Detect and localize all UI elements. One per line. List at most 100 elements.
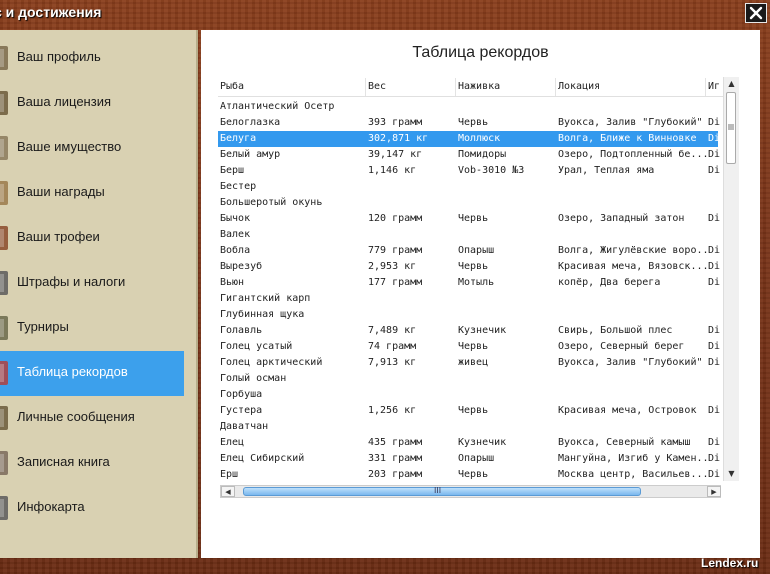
scroll-right-arrow-icon[interactable]: ▶ bbox=[707, 486, 721, 497]
table-cell: Помидоры bbox=[458, 149, 507, 160]
table-row[interactable]: Даватчан bbox=[218, 419, 718, 435]
table-cell: Di bbox=[708, 261, 721, 272]
table-row[interactable]: Берш 1,146 кг Vob-3010 №3 Урал, Теплая яма D… bbox=[218, 163, 720, 179]
table-row[interactable]: Густера 1,256 кг Червь Красивая меча, Остро… bbox=[218, 403, 720, 419]
table-cell: Гигантский карп bbox=[220, 293, 311, 304]
table-cell: Москва центр, Васильев... bbox=[558, 469, 708, 480]
column-header[interactable]: Вес bbox=[366, 78, 456, 96]
sidebar-item-awards[interactable]: Ваши награды bbox=[0, 171, 184, 216]
table-cell: Червь bbox=[458, 341, 489, 352]
sidebar-item-profile[interactable]: Ваш профиль bbox=[0, 36, 184, 81]
table-row[interactable]: Белуга 302,871 кг Моллюск Волга, Ближе к Ви… bbox=[218, 131, 720, 147]
notebook-icon bbox=[0, 449, 12, 477]
column-header[interactable]: Наживка bbox=[456, 78, 556, 96]
scroll-down-arrow-icon[interactable]: ▼ bbox=[727, 469, 736, 478]
table-row[interactable]: Вьюн 177 грамм Мотыль копёр, Два берега Di bbox=[218, 275, 720, 291]
table-row[interactable]: Бычок 120 грамм Червь Озеро, Западный затон… bbox=[218, 211, 720, 227]
table-cell: 203 грамм bbox=[368, 469, 423, 480]
sidebar-item-property[interactable]: Ваше имущество bbox=[0, 126, 184, 171]
vertical-scroll-thumb[interactable] bbox=[726, 92, 736, 164]
vertical-scrollbar[interactable]: ▲ ▼ bbox=[723, 77, 739, 481]
property-icon bbox=[0, 134, 12, 162]
scroll-up-arrow-icon[interactable]: ▲ bbox=[727, 79, 736, 88]
table-cell: 393 грамм bbox=[368, 117, 423, 128]
table-cell: Ерш bbox=[220, 469, 239, 480]
table-cell: Озеро, Западный затон bbox=[558, 213, 685, 224]
table-cell bbox=[456, 195, 558, 211]
sidebar-item-label: Турниры bbox=[17, 319, 69, 334]
table-row[interactable]: Атлантический Осетр bbox=[218, 99, 718, 115]
table-cell: Di bbox=[708, 341, 721, 352]
window-title: с и достижения bbox=[0, 4, 102, 20]
records-table: Рыба Вес Наживка Локация Иг Атлантический Ос… bbox=[218, 78, 738, 498]
table-row[interactable]: Голый осман bbox=[218, 371, 718, 387]
sidebar-item-label: Инфокарта bbox=[17, 499, 85, 514]
records-icon bbox=[0, 359, 12, 387]
table-row[interactable]: Гигантский карп bbox=[218, 291, 718, 307]
sidebar-item-notebook[interactable]: Записная книга bbox=[0, 441, 184, 486]
table-cell: Белуга bbox=[220, 133, 257, 144]
table-cell: Белоглазка bbox=[220, 117, 281, 128]
table-row[interactable]: Голец усатый 74 грамм Червь Озеро, Северный… bbox=[218, 339, 720, 355]
table-row[interactable]: Елец 435 грамм Кузнечик Вуокса, Северный ка… bbox=[218, 435, 720, 451]
table-cell bbox=[456, 419, 558, 435]
column-header[interactable]: Локация bbox=[556, 78, 706, 96]
sidebar-item-trophy[interactable]: Ваши трофеи bbox=[0, 216, 184, 261]
table-row[interactable]: Глубинная щука bbox=[218, 307, 718, 323]
scroll-left-arrow-icon[interactable]: ◀ bbox=[221, 486, 235, 497]
sidebar-item-fines[interactable]: Штрафы и налоги bbox=[0, 261, 184, 306]
table-row[interactable]: Голец арктический 7,913 кг живец Вуокса, За… bbox=[218, 355, 720, 371]
table-cell: Di bbox=[708, 149, 721, 160]
table-cell bbox=[556, 307, 708, 323]
table-cell: Свирь, Большой плес bbox=[558, 325, 673, 336]
table-row[interactable]: Елец Сибирский 331 грамм Опарыш Мангуйна, И… bbox=[218, 451, 720, 467]
horizontal-scroll-thumb[interactable]: III bbox=[243, 486, 641, 496]
table-cell: Урал, Теплая яма bbox=[558, 165, 655, 176]
close-button[interactable] bbox=[745, 3, 767, 23]
table-cell: Белый амур bbox=[220, 149, 281, 160]
sidebar-item-infomap[interactable]: Инфокарта bbox=[0, 486, 184, 531]
sidebar-item-records[interactable]: Таблица рекордов bbox=[0, 351, 184, 396]
table-cell: 302,871 кг bbox=[368, 133, 429, 144]
window-frame: с и достижения Ваш профиль Ваша лицензия В… bbox=[0, 0, 770, 574]
sidebar-item-messages[interactable]: Личные сообщения bbox=[0, 396, 184, 441]
table-cell bbox=[706, 99, 722, 115]
table-row[interactable]: Бестер bbox=[218, 179, 718, 195]
table-row[interactable]: Вырезуб 2,953 кг Червь Красивая меча, Вязов… bbox=[218, 259, 720, 275]
sidebar-item-tournament[interactable]: Турниры bbox=[0, 306, 184, 351]
table-row[interactable]: Ерш 203 грамм Червь Москва центр, Васильев.… bbox=[218, 467, 720, 483]
table-cell: Моллюск bbox=[458, 133, 501, 144]
awards-icon bbox=[0, 179, 12, 207]
sidebar-item-license[interactable]: Ваша лицензия bbox=[0, 81, 184, 126]
table-cell: 120 грамм bbox=[368, 213, 423, 224]
table-cell bbox=[456, 179, 558, 195]
table-cell bbox=[366, 195, 458, 211]
table-cell bbox=[366, 387, 458, 403]
table-cell: Червь bbox=[458, 213, 489, 224]
table-cell bbox=[456, 291, 558, 307]
table-cell: Di bbox=[708, 277, 721, 288]
table-cell: 177 грамм bbox=[368, 277, 423, 288]
table-cell bbox=[556, 195, 708, 211]
horizontal-scrollbar[interactable]: ◀ III ▶ bbox=[220, 485, 721, 498]
table-row[interactable]: Голавль 7,489 кг Кузнечик Свирь, Большой пл… bbox=[218, 323, 720, 339]
table-cell bbox=[456, 387, 558, 403]
table-row[interactable]: Валек bbox=[218, 227, 718, 243]
table-cell: Бычок bbox=[220, 213, 251, 224]
column-header[interactable]: Рыба bbox=[218, 78, 366, 96]
table-row[interactable]: Большеротый окунь bbox=[218, 195, 718, 211]
table-cell: 7,489 кг bbox=[368, 325, 417, 336]
table-cell bbox=[556, 227, 708, 243]
table-cell: Волга, Ближе к Винновке bbox=[558, 133, 697, 144]
table-cell bbox=[456, 227, 558, 243]
table-cell bbox=[366, 419, 458, 435]
table-cell: Di bbox=[708, 405, 721, 416]
table-cell: 331 грамм bbox=[368, 453, 423, 464]
table-row[interactable]: Горбуша bbox=[218, 387, 718, 403]
table-cell bbox=[706, 419, 722, 435]
table-cell: 74 грамм bbox=[368, 341, 417, 352]
table-row[interactable]: Вобла 779 грамм Опарыш Волга, Жигулёвские в… bbox=[218, 243, 720, 259]
table-cell bbox=[456, 371, 558, 387]
table-row[interactable]: Белый амур 39,147 кг Помидоры Озеро, Подтоп… bbox=[218, 147, 720, 163]
table-row[interactable]: Белоглазка 393 грамм Червь Вуокса, Залив "Г… bbox=[218, 115, 720, 131]
